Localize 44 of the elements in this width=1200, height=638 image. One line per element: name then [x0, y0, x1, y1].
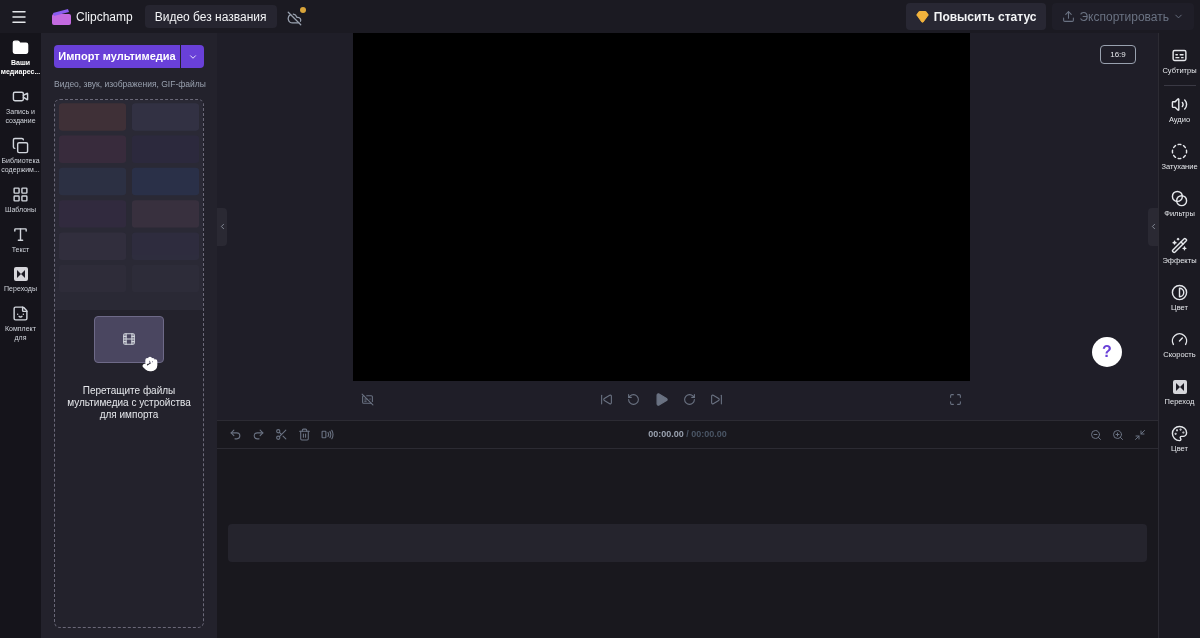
magic-wand-icon: [1171, 237, 1188, 254]
project-title-field[interactable]: Видео без названия: [144, 5, 277, 28]
folder-icon: [12, 39, 29, 56]
half-circle-icon: [1171, 284, 1188, 301]
drop-zone[interactable]: Перетащите файлы мультимедиа с устройства для импорта: [54, 98, 204, 628]
transition-icon: [1171, 378, 1188, 395]
rewind-icon[interactable]: [626, 392, 640, 406]
media-hint: Видео, звук, изображения, GIF-файлы: [54, 78, 204, 91]
app-logo: [52, 8, 71, 25]
fullscreen-icon[interactable]: [948, 392, 962, 406]
forward-icon[interactable]: [682, 392, 696, 406]
app-name: Clipchamp: [76, 8, 133, 26]
drop-instructions: Перетащите файлы мультимедиа с устройства для импорта: [66, 384, 192, 421]
redo-icon[interactable]: [252, 428, 265, 441]
fit-timeline-icon[interactable]: [1134, 428, 1146, 441]
captions-off-icon[interactable]: [360, 392, 374, 406]
upload-icon: [1062, 10, 1076, 23]
undo-icon[interactable]: [229, 428, 242, 441]
skip-back-icon[interactable]: [599, 392, 613, 406]
zoom-out-icon[interactable]: [1090, 428, 1102, 441]
total-time: / 00:00.00: [686, 428, 727, 439]
gauge-icon: [1171, 331, 1188, 348]
scissors-icon[interactable]: [275, 428, 288, 441]
filters-icon: [1171, 190, 1188, 207]
captions-icon: [1171, 47, 1188, 64]
upgrade-button[interactable]: Повысить статус: [905, 3, 1047, 30]
aspect-ratio-button[interactable]: 16:9: [1100, 45, 1136, 64]
templates-icon: [12, 186, 29, 203]
trash-icon[interactable]: [298, 428, 311, 441]
skip-forward-icon[interactable]: [709, 392, 723, 406]
current-time: 00:00.00: [648, 428, 684, 439]
cloud-off-icon[interactable]: [286, 7, 306, 26]
library-icon: [12, 137, 29, 154]
palette-icon: [1171, 425, 1188, 442]
fade-icon: [1171, 143, 1188, 160]
play-icon[interactable]: [653, 391, 669, 407]
video-thumbnail-drawing: [94, 315, 164, 372]
diamond-icon: [915, 10, 929, 23]
transition-icon: [12, 266, 29, 282]
import-media-button[interactable]: Импорт мультимедиа: [54, 45, 180, 68]
text-icon: [12, 226, 29, 243]
speaker-icon: [1171, 96, 1188, 113]
help-button[interactable]: ?: [1092, 337, 1122, 367]
zoom-in-icon[interactable]: [1112, 428, 1124, 441]
